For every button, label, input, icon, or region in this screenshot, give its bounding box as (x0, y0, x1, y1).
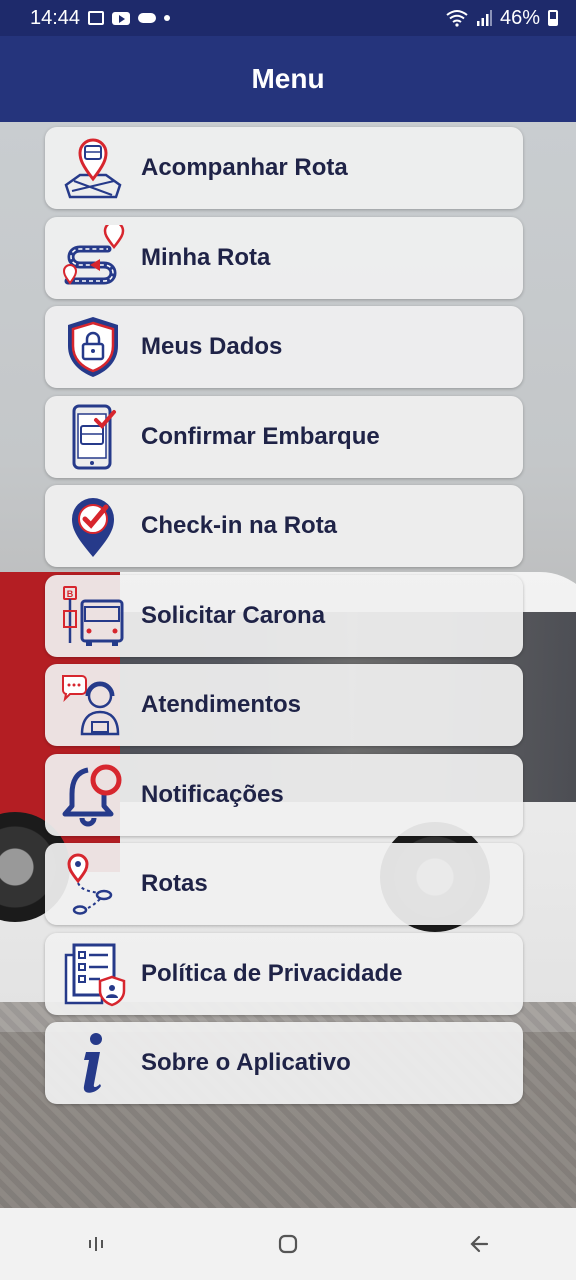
bell-icon (45, 754, 141, 836)
dot-icon (164, 15, 171, 21)
svg-text:B: B (67, 589, 74, 599)
menu-list: Acompanhar Rota Minha Rota Meus Dados Co… (45, 127, 523, 1104)
status-time: 14:44 (30, 6, 81, 29)
bus-map-pin-icon (45, 127, 141, 209)
image-icon (88, 11, 105, 25)
menu-item-confirmar-embarque[interactable]: Confirmar Embarque (45, 395, 523, 478)
menu-item-label: Meus Dados (141, 333, 283, 360)
bus-stop-icon: B (45, 575, 141, 657)
menu-item-acompanhar-rota[interactable]: Acompanhar Rota (45, 127, 523, 209)
app-bar: Menu (0, 36, 576, 122)
menu-item-label: Minha Rota (141, 243, 271, 271)
battery-icon (548, 10, 558, 26)
back-button[interactable] (450, 1214, 510, 1274)
navigation-bar (0, 1208, 576, 1280)
home-icon (278, 1234, 298, 1254)
menu-item-label: Notificações (141, 780, 284, 808)
routes-icon (45, 843, 141, 925)
signal-icon (476, 10, 492, 26)
menu-item-label: Atendimentos (141, 691, 302, 718)
menu-item-label: Check-in na Rota (141, 512, 338, 539)
status-left: 14:44 (30, 6, 171, 30)
recent-apps-icon (89, 1237, 103, 1251)
page-title: Menu (251, 63, 325, 94)
info-icon (45, 1022, 141, 1104)
menu-item-label: Acompanhar Rota (141, 154, 348, 181)
battery-percent: 46% (499, 6, 540, 29)
menu-item-solicitar-carona[interactable]: B Solicitar Carona (45, 574, 523, 657)
menu-item-sobre-o-aplicativo[interactable]: Sobre o Aplicativo (45, 1022, 523, 1104)
menu-item-label: Solicitar Carona (141, 601, 326, 629)
menu-item-check-in-na-rota[interactable]: Check-in na Rota (45, 485, 523, 567)
route-path-icon (45, 217, 141, 299)
home-button[interactable] (258, 1214, 318, 1274)
menu-item-label: Confirmar Embarque (141, 422, 380, 450)
back-icon (470, 1235, 489, 1253)
status-right: 46% (446, 7, 558, 30)
support-agent-icon (45, 664, 141, 746)
status-bar: 14:44 46% (0, 0, 576, 36)
youtube-icon (112, 11, 131, 25)
map-pin-check-icon (45, 485, 141, 567)
menu-item-label: Rotas (141, 870, 208, 897)
menu-item-meus-dados[interactable]: Meus Dados (45, 306, 523, 388)
wifi-icon (446, 10, 468, 27)
shield-lock-icon (45, 306, 141, 388)
menu-item-atendimentos[interactable]: Atendimentos (45, 664, 523, 746)
menu-item-minha-rota[interactable]: Minha Rota (45, 216, 523, 299)
cloud-icon (138, 13, 157, 23)
menu-item-notificacoes[interactable]: Notificações (45, 753, 523, 836)
menu-item-rotas[interactable]: Rotas (45, 843, 523, 925)
menu-item-label: Sobre o Aplicativo (141, 1049, 351, 1076)
recent-apps-button[interactable] (66, 1214, 126, 1274)
menu-item-label: Política de Privacidade (141, 959, 403, 987)
menu-item-politica-de-privacidade[interactable]: Política de Privacidade (45, 932, 523, 1015)
phone-bus-check-icon (45, 396, 141, 478)
privacy-document-icon (45, 933, 141, 1015)
